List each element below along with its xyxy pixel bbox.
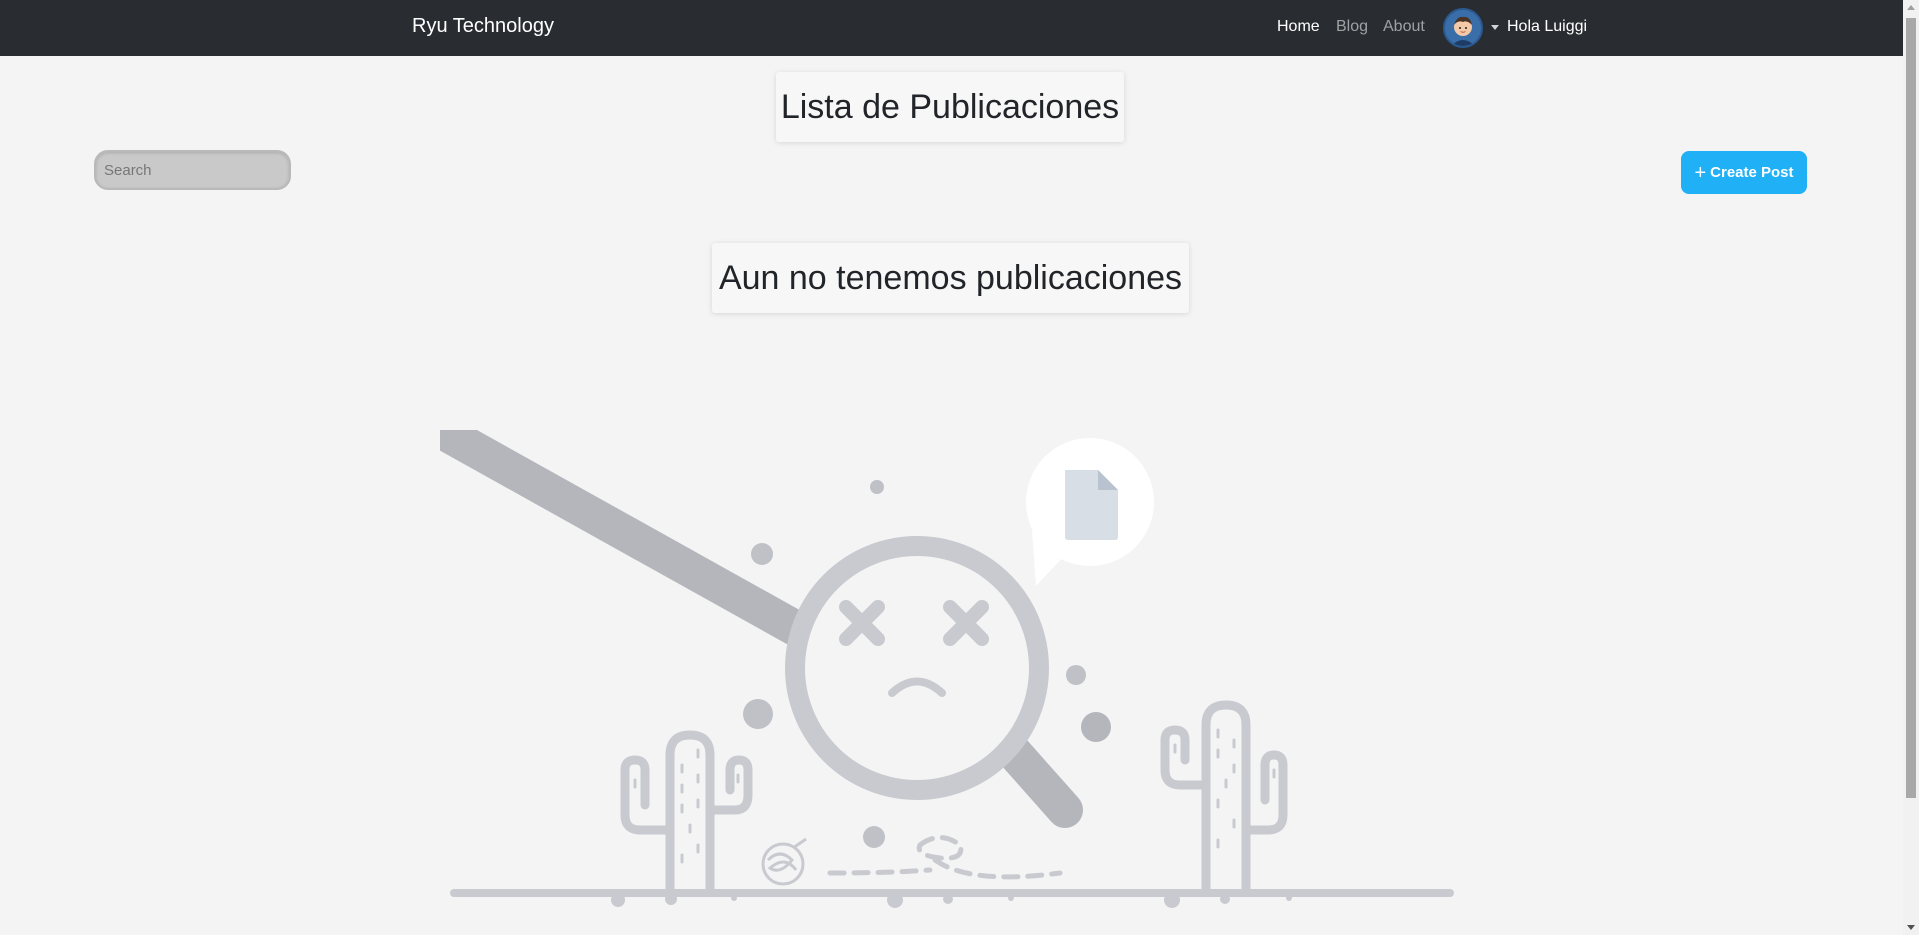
scrollbar-thumb[interactable] — [1906, 18, 1916, 798]
nav-blog-link[interactable]: Blog — [1336, 18, 1368, 36]
user-greeting[interactable]: Hola Luiggi — [1507, 18, 1587, 36]
plus-icon: + — [1694, 161, 1707, 184]
page-title: Lista de Publicaciones — [776, 72, 1124, 142]
create-post-label: Create Post — [1710, 164, 1794, 181]
search-input[interactable] — [94, 150, 291, 190]
scroll-up-arrow-icon[interactable] — [1907, 5, 1915, 10]
scroll-down-arrow-icon[interactable] — [1907, 925, 1915, 930]
navbar: Ryu Technology Home Blog About Hola Luig… — [0, 0, 1903, 56]
empty-state-message: Aun no tenemos publicaciones — [712, 243, 1189, 313]
nav-home-link[interactable]: Home — [1277, 18, 1320, 36]
user-avatar-icon[interactable] — [1443, 8, 1483, 48]
not-found-magnifier-icon — [440, 430, 1454, 908]
create-post-button[interactable]: + Create Post — [1681, 151, 1807, 194]
user-dropdown-caret-icon[interactable] — [1491, 25, 1499, 30]
nav-about-link[interactable]: About — [1383, 18, 1425, 36]
brand-link[interactable]: Ryu Technology — [412, 15, 554, 38]
